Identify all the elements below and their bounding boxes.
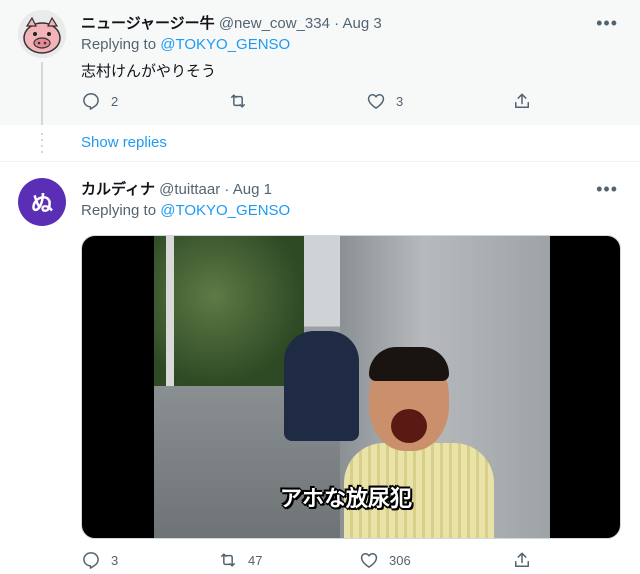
like-count: 306	[389, 552, 411, 568]
display-name[interactable]: ニュージャージー牛	[81, 15, 215, 32]
avatar-letter: ぬ	[30, 191, 53, 216]
tweet-text: 志村けんがやりそう	[81, 63, 217, 80]
thread-dots	[41, 133, 43, 153]
display-name[interactable]: カルディナ	[81, 181, 155, 198]
retweet-button[interactable]: 47	[218, 550, 262, 570]
reply-count: 2	[111, 93, 119, 109]
tweet-date[interactable]: Aug 1	[233, 181, 272, 198]
replying-to: Replying to @TOKYO_GENSO	[81, 202, 290, 219]
reply-button[interactable]: 2	[81, 91, 118, 111]
share-button[interactable]	[512, 91, 542, 111]
more-options-button[interactable]: •••	[596, 14, 618, 32]
reply-icon	[83, 552, 99, 569]
share-button[interactable]	[512, 550, 542, 570]
tweet-date[interactable]: Aug 3	[342, 15, 381, 32]
more-options-button[interactable]: •••	[596, 180, 618, 198]
share-icon	[515, 93, 529, 108]
handle[interactable]: @new_cow_334	[219, 15, 330, 32]
retweet-icon	[231, 94, 245, 108]
retweet-button[interactable]	[228, 91, 258, 111]
tweet-header: カルディナ @tuittaar · Aug 1	[81, 178, 272, 199]
reply-count: 3	[111, 552, 119, 568]
reply-icon	[83, 93, 99, 110]
like-count: 3	[396, 93, 404, 109]
like-button[interactable]: 3	[366, 91, 403, 111]
reply-button[interactable]: 3	[81, 550, 118, 570]
pig-avatar-icon	[18, 10, 66, 58]
tweet-media-image[interactable]: アホな放尿犯	[81, 235, 621, 539]
retweet-icon	[221, 553, 235, 567]
replying-to-link[interactable]: @TOKYO_GENSO	[160, 36, 290, 53]
tweet-header: ニュージャージー牛 @new_cow_334 · Aug 3	[81, 12, 382, 33]
handle[interactable]: @tuittaar	[159, 181, 220, 198]
thread-line	[41, 62, 43, 125]
replying-to-link[interactable]: @TOKYO_GENSO	[160, 202, 290, 219]
separator: ·	[224, 181, 230, 198]
replying-to-label: Replying to	[81, 36, 157, 53]
show-replies-link[interactable]: Show replies	[81, 134, 167, 151]
avatar[interactable]	[18, 10, 66, 58]
heart-icon	[367, 94, 385, 109]
avatar[interactable]: ぬ	[18, 178, 66, 226]
like-button[interactable]: 306	[359, 550, 411, 570]
media-caption: アホな放尿犯	[280, 487, 413, 512]
reply-tweet-1[interactable]: ニュージャージー牛 @new_cow_334 · Aug 3 ••• Reply…	[0, 0, 640, 125]
trees	[154, 236, 304, 386]
separator: ·	[334, 15, 340, 32]
retweet-count: 47	[248, 552, 263, 568]
replying-to-label: Replying to	[81, 202, 157, 219]
replying-to: Replying to @TOKYO_GENSO	[81, 36, 290, 53]
share-icon	[515, 552, 529, 567]
reply-tweet-2[interactable]: ぬ カルディナ @tuittaar · Aug 1 ••• Replying t…	[0, 162, 640, 574]
show-replies-row: Show replies	[0, 125, 640, 162]
heart-icon	[360, 553, 378, 568]
